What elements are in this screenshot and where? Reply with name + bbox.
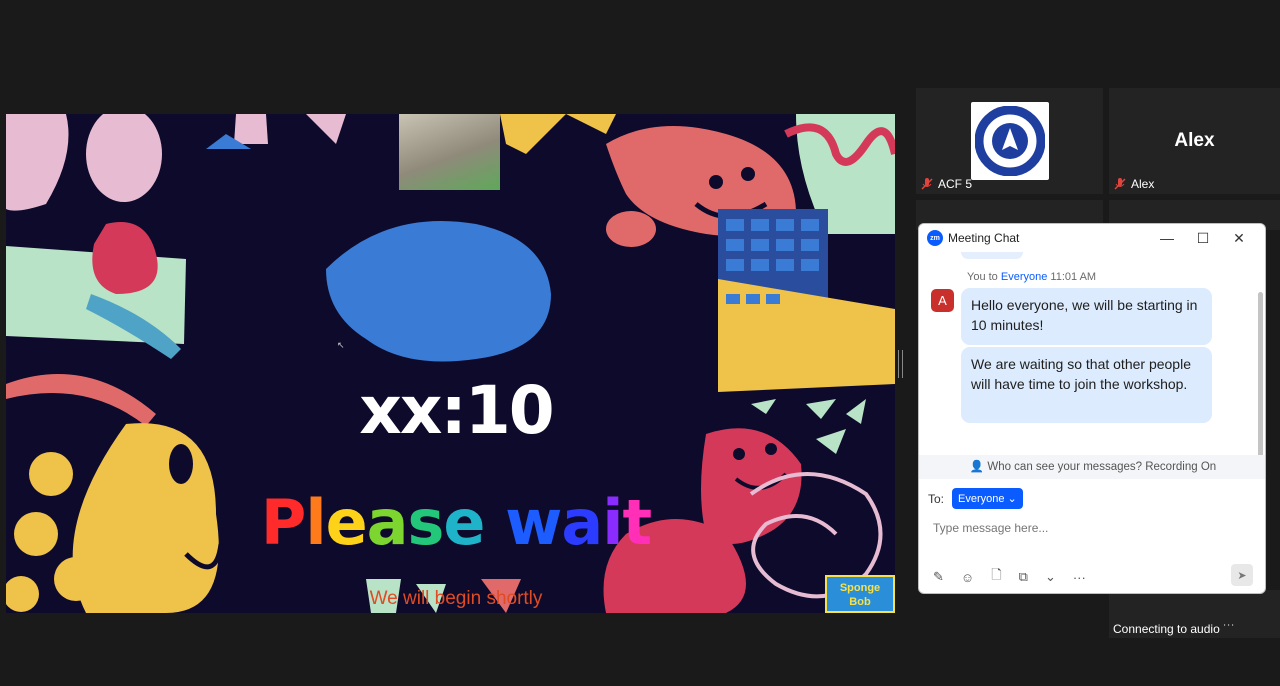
mic-muted-icon xyxy=(1114,178,1126,190)
mouse-cursor-icon: ↖ xyxy=(337,340,345,350)
please-wait-title: Please wait xyxy=(156,486,756,559)
chat-scrollbar[interactable] xyxy=(1258,292,1263,477)
chat-titlebar[interactable]: zm Meeting Chat — ☐ ✕ xyxy=(919,224,1265,252)
chat-message[interactable]: Hello everyone, we will be starting in 1… xyxy=(961,288,1212,345)
people-icon: 👤 xyxy=(969,461,985,473)
chat-message-list[interactable]: You to Everyone 11:01 AM A Hello everyon… xyxy=(919,252,1265,478)
title-letter: i xyxy=(602,486,623,559)
split-resize-handle[interactable] xyxy=(898,350,903,378)
slide-subtitle: We will begin shortly xyxy=(369,588,543,609)
hamster-video-thumbnail xyxy=(399,114,500,190)
file-icon[interactable]: 🗋 xyxy=(991,566,1001,588)
participant-tile-connecting[interactable]: Connecting to audio ˙˙˙ xyxy=(1109,590,1280,638)
chat-message[interactable]: We are waiting so that other people will… xyxy=(961,347,1212,423)
screenshot-icon[interactable]: ⧉ xyxy=(1019,569,1028,585)
audio-status-label: Connecting to audio ˙˙˙ xyxy=(1113,622,1236,636)
title-letter: a xyxy=(561,486,603,559)
title-letter xyxy=(484,486,505,559)
acf-logo xyxy=(971,102,1049,180)
avatar[interactable]: A xyxy=(931,289,954,312)
message-header: You to Everyone 11:01 AM xyxy=(967,271,1097,283)
title-letter: a xyxy=(366,486,409,559)
message-input[interactable] xyxy=(933,521,1233,535)
more-icon[interactable]: ··· xyxy=(1073,570,1086,585)
mic-muted-icon xyxy=(921,178,933,190)
title-letter: w xyxy=(505,486,562,559)
participant-tile-alex[interactable]: Alex Alex xyxy=(1109,88,1280,194)
title-letter: l xyxy=(305,486,326,559)
title-letter: s xyxy=(407,486,445,559)
emoji-icon[interactable]: ☺ xyxy=(961,570,974,585)
meeting-chat-window[interactable]: zm Meeting Chat — ☐ ✕ You to Everyone 11… xyxy=(918,223,1266,594)
chevron-down-icon[interactable]: ⌄ xyxy=(1045,569,1056,585)
shared-screen: xx:10 Please wait We will begin shortly … xyxy=(6,114,895,613)
zoom-app-icon: zm xyxy=(927,230,943,246)
format-text-icon[interactable]: ✎ xyxy=(933,569,944,585)
maximize-button[interactable]: ☐ xyxy=(1185,224,1221,252)
zoom-meeting-window: xx:10 Please wait We will begin shortly … xyxy=(0,0,1280,686)
title-letter: t xyxy=(622,486,652,559)
participant-display-name: Alex xyxy=(1174,130,1215,151)
title-letter: P xyxy=(260,486,306,559)
to-label: To: xyxy=(928,491,945,506)
participant-name-label: Alex xyxy=(1113,177,1154,191)
recipient-dropdown[interactable]: Everyone ⌄ xyxy=(952,488,1023,509)
title-letter: e xyxy=(443,486,485,559)
previous-message-bubble xyxy=(961,252,1023,259)
recipient-row: To: Everyone ⌄ xyxy=(928,488,1023,509)
send-button[interactable]: ➤ xyxy=(1231,564,1253,586)
countdown-timer: xx:10 xyxy=(359,372,554,449)
participant-tile-acf5[interactable]: ACF 5 xyxy=(916,88,1103,194)
chat-window-title: Meeting Chat xyxy=(948,231,1020,245)
chat-toolbar: ✎ ☺ 🗋 ⧉ ⌄ ··· xyxy=(933,566,1086,588)
minimize-button[interactable]: — xyxy=(1149,224,1185,252)
title-letter: e xyxy=(325,486,368,559)
spongebob-logo: Sponge Bob xyxy=(825,575,895,613)
privacy-notice[interactable]: 👤 Who can see your messages? Recording O… xyxy=(919,455,1265,479)
participant-name-label: ACF 5 xyxy=(920,177,972,191)
close-button[interactable]: ✕ xyxy=(1221,224,1257,252)
